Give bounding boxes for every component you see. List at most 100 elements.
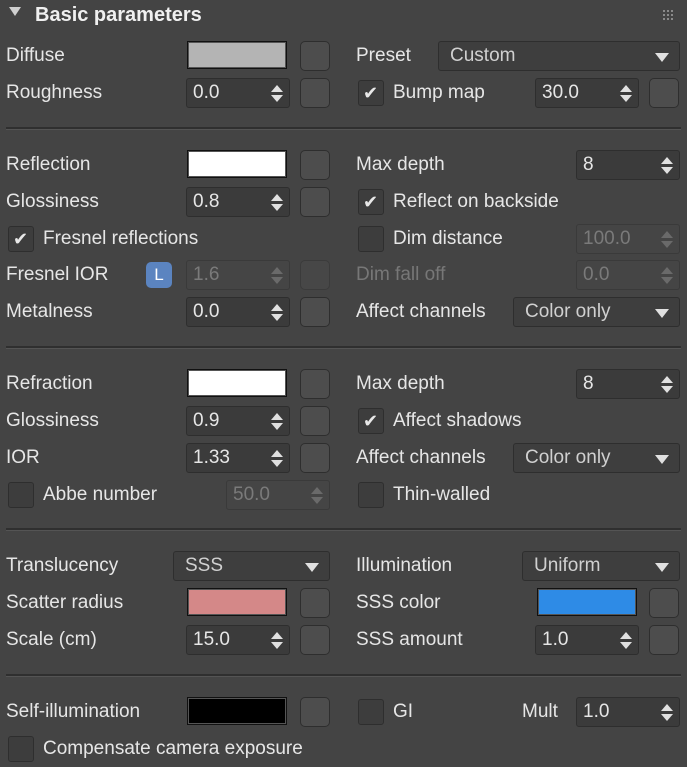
refraction-max-depth-label: Max depth <box>356 373 445 394</box>
spinner-arrows-icon[interactable] <box>620 85 632 103</box>
scale-map-button[interactable] <box>300 625 330 655</box>
illumination-dropdown[interactable]: Uniform <box>522 551 680 581</box>
rollout-header[interactable]: Basic parameters <box>0 0 687 34</box>
spinner-arrows-icon[interactable] <box>271 194 283 212</box>
refraction-max-depth-spinner[interactable]: 8 <box>576 369 680 399</box>
metalness-spinner[interactable]: 0.0 <box>186 297 290 327</box>
metalness-label: Metalness <box>6 301 93 322</box>
translucency-value: SSS <box>185 555 224 576</box>
self-illumination-map-button[interactable] <box>300 697 330 727</box>
translucency-dropdown[interactable]: SSS <box>173 551 330 581</box>
dim-falloff-spinner[interactable]: 0.0 <box>576 260 680 290</box>
bump-map-button[interactable] <box>649 78 679 108</box>
abbe-number-spinner[interactable]: 50.0 <box>226 480 330 510</box>
bump-map-spinner[interactable]: 30.0 <box>535 78 639 108</box>
mult-spinner[interactable]: 1.0 <box>576 697 680 727</box>
scale-spinner[interactable]: 15.0 <box>186 625 290 655</box>
reflection-color-swatch[interactable] <box>187 150 287 178</box>
refraction-affect-channels-dropdown[interactable]: Color only <box>513 443 680 473</box>
gi-checkbox[interactable]: ✔ <box>358 699 384 725</box>
thin-walled-checkbox[interactable]: ✔ <box>358 482 384 508</box>
checkmark-icon: ✔ <box>363 411 379 431</box>
mult-label: Mult <box>522 701 558 722</box>
ior-spinner[interactable]: 1.33 <box>186 443 290 473</box>
metalness-map-button[interactable] <box>300 297 330 327</box>
fresnel-ior-lock-button[interactable]: L <box>146 262 172 288</box>
reflection-affect-channels-value: Color only <box>525 301 611 322</box>
scale-label: Scale (cm) <box>6 629 97 650</box>
scatter-radius-color-swatch[interactable] <box>187 588 287 616</box>
section-divider <box>6 127 681 130</box>
refraction-glossiness-spinner[interactable]: 0.9 <box>186 406 290 436</box>
fresnel-ior-label: Fresnel IOR <box>6 264 109 285</box>
reflection-glossiness-spinner[interactable]: 0.8 <box>186 187 290 217</box>
scatter-radius-map-button[interactable] <box>300 588 330 618</box>
sss-amount-spinner[interactable]: 1.0 <box>535 625 639 655</box>
refraction-glossiness-label: Glossiness <box>6 410 99 431</box>
fresnel-reflections-checkbox[interactable]: ✔ <box>8 226 34 252</box>
spinner-arrows-icon[interactable] <box>271 267 283 285</box>
checkmark-icon: ✔ <box>363 83 379 103</box>
ior-map-button[interactable] <box>300 443 330 473</box>
rollout-title: Basic parameters <box>35 4 202 26</box>
sss-amount-value: 1.0 <box>542 629 569 650</box>
spinner-arrows-icon[interactable] <box>661 267 673 285</box>
section-divider <box>6 528 681 531</box>
spinner-arrows-icon[interactable] <box>661 231 673 249</box>
gi-label: GI <box>393 701 414 722</box>
bump-map-checkbox[interactable]: ✔ <box>358 80 384 106</box>
roughness-spinner[interactable]: 0.0 <box>186 78 290 108</box>
sss-amount-label: SSS amount <box>356 629 463 650</box>
self-illumination-color-swatch[interactable] <box>187 697 287 725</box>
refraction-affect-channels-label: Affect channels <box>356 447 486 468</box>
spinner-arrows-icon[interactable] <box>271 632 283 650</box>
reflection-affect-channels-dropdown[interactable]: Color only <box>513 297 680 327</box>
sss-color-swatch[interactable] <box>537 588 637 616</box>
refraction-affect-channels-value: Color only <box>525 447 611 468</box>
reflect-on-backside-checkbox[interactable]: ✔ <box>358 189 384 215</box>
fresnel-ior-spinner[interactable]: 1.6 <box>186 260 290 290</box>
abbe-number-checkbox[interactable]: ✔ <box>8 482 34 508</box>
section-divider <box>6 674 681 677</box>
fresnel-reflections-label: Fresnel reflections <box>43 228 199 249</box>
mult-value: 1.0 <box>583 701 610 722</box>
spinner-arrows-icon[interactable] <box>661 157 673 175</box>
affect-shadows-checkbox[interactable]: ✔ <box>358 408 384 434</box>
ior-label: IOR <box>6 447 40 468</box>
ior-value: 1.33 <box>193 447 230 468</box>
spinner-arrows-icon[interactable] <box>271 413 283 431</box>
fresnel-ior-map-button[interactable] <box>300 260 330 290</box>
refraction-glossiness-value: 0.9 <box>193 410 220 431</box>
refraction-glossiness-map-button[interactable] <box>300 406 330 436</box>
compensate-camera-exposure-checkbox[interactable]: ✔ <box>8 736 34 762</box>
reflection-max-depth-spinner[interactable]: 8 <box>576 150 680 180</box>
sss-color-map-button[interactable] <box>649 588 679 618</box>
chevron-down-icon <box>655 53 669 62</box>
spinner-arrows-icon[interactable] <box>271 304 283 322</box>
roughness-map-button[interactable] <box>300 78 330 108</box>
dim-distance-checkbox[interactable]: ✔ <box>358 226 384 252</box>
refraction-color-swatch[interactable] <box>187 369 287 397</box>
reflection-glossiness-map-button[interactable] <box>300 187 330 217</box>
bump-map-label: Bump map <box>393 82 485 103</box>
spinner-arrows-icon[interactable] <box>620 632 632 650</box>
spinner-arrows-icon[interactable] <box>271 450 283 468</box>
triangle-down-icon[interactable] <box>9 7 21 16</box>
preset-dropdown[interactable]: Custom <box>438 41 680 71</box>
diffuse-map-button[interactable] <box>300 41 330 71</box>
reflect-on-backside-label: Reflect on backside <box>393 191 559 212</box>
self-illumination-label: Self-illumination <box>6 701 141 722</box>
section-divider <box>6 346 681 349</box>
diffuse-color-swatch[interactable] <box>187 41 287 69</box>
preset-label: Preset <box>356 45 411 66</box>
spinner-arrows-icon[interactable] <box>661 376 673 394</box>
refraction-map-button[interactable] <box>300 369 330 399</box>
illumination-value: Uniform <box>534 555 601 576</box>
spinner-arrows-icon[interactable] <box>271 85 283 103</box>
reflection-map-button[interactable] <box>300 150 330 180</box>
spinner-arrows-icon[interactable] <box>661 704 673 722</box>
sss-amount-map-button[interactable] <box>649 625 679 655</box>
grip-dots-icon[interactable] <box>663 10 675 22</box>
dim-distance-spinner[interactable]: 100.0 <box>576 224 680 254</box>
spinner-arrows-icon[interactable] <box>311 487 323 505</box>
